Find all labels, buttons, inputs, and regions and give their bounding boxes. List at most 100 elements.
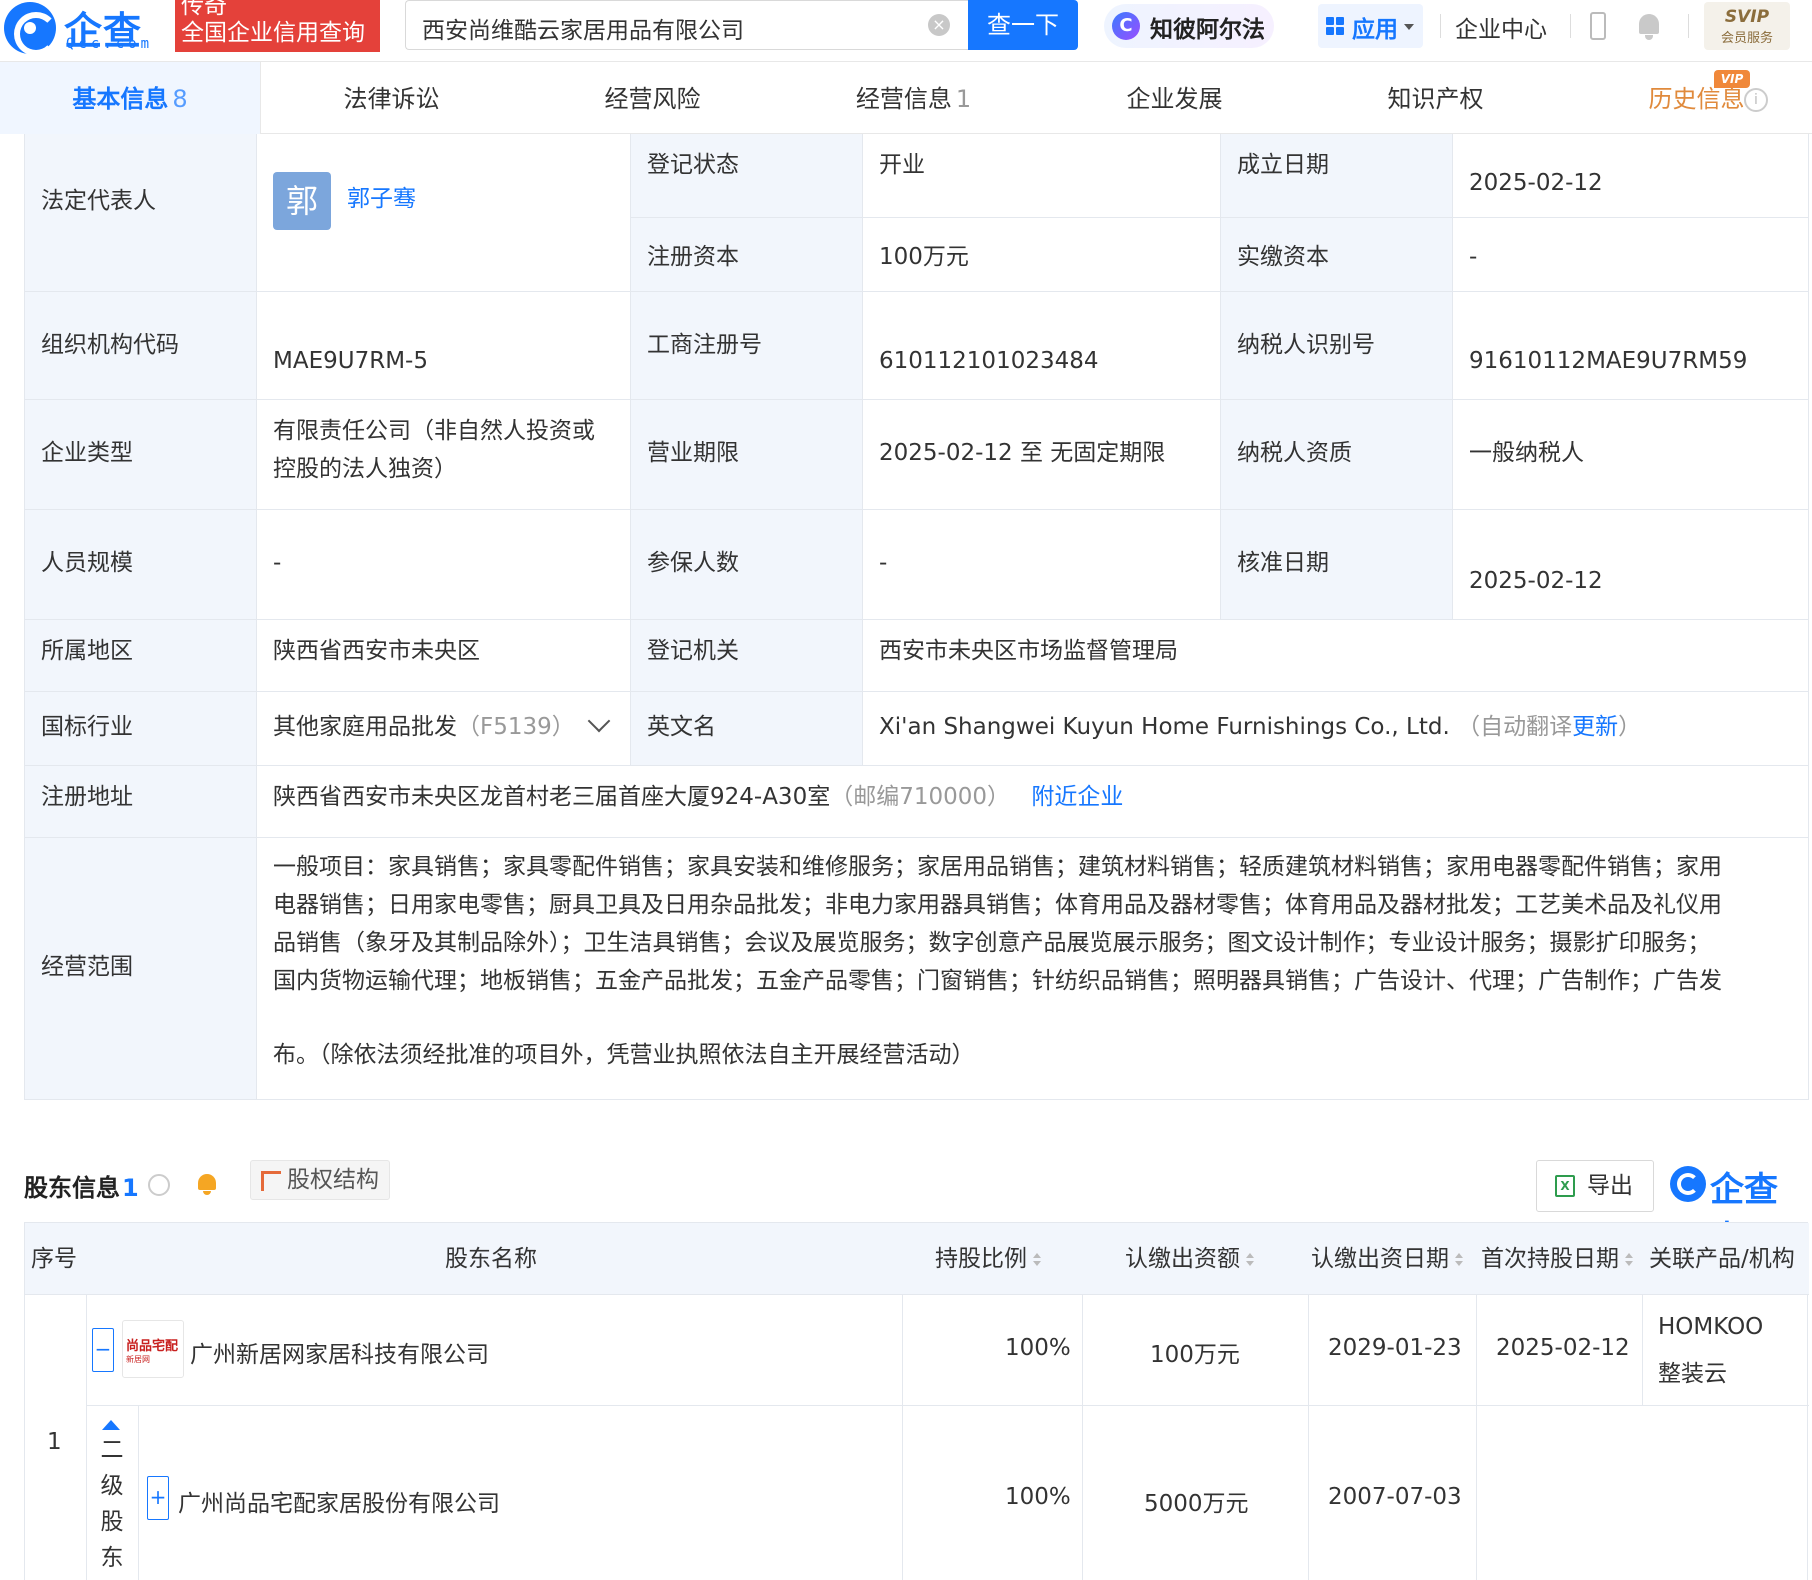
col-amount[interactable]: 认缴出资额 (1125, 1223, 1285, 1295)
divider (902, 1295, 903, 1580)
col-first-date[interactable]: 首次持股日期 (1481, 1223, 1651, 1295)
shareholder-name-link[interactable]: 广州新居网家居科技有限公司 (190, 1335, 489, 1369)
tab-development[interactable]: 企业发展 (1044, 62, 1305, 134)
equity-structure-label: 股权结构 (287, 1167, 379, 1193)
col-ratio-label: 持股比例 (935, 1246, 1027, 1272)
divider (1570, 14, 1571, 38)
company-logo-subtext: 新居网 (126, 1355, 150, 1364)
second-level-sub-date: 2007-07-03 (1328, 1484, 1462, 1510)
tab-label: 历史信息 (1648, 85, 1745, 113)
divider (1082, 1295, 1083, 1580)
reg-address-value: 陕西省西安市未央区龙首村老三届首座大厦924-A30室 (273, 784, 831, 810)
paid-capital-value: - (1453, 218, 1809, 292)
shareholder-sub-date: 2029-01-23 (1328, 1335, 1462, 1361)
biz-reg-no-value: 610112101023484 (863, 292, 1221, 400)
region-value: 陕西省西安市未央区 (257, 620, 631, 692)
legal-rep-name-link[interactable]: 郭子骞 (347, 180, 416, 218)
badge-line2: 全国企业信用查询 (181, 20, 365, 46)
chevron-down-icon[interactable] (587, 709, 611, 733)
shareholders-title-text: 股东信息 (24, 1174, 120, 1202)
ent-type-cell: 有限责任公司（非自然人投资或 控股的法人独资） (257, 400, 631, 510)
en-name-update-link[interactable]: 更新 (1572, 714, 1618, 740)
col-ratio[interactable]: 持股比例 (935, 1223, 1075, 1295)
apps-menu[interactable]: 应用 (1318, 4, 1423, 48)
reg-capital-label: 注册资本 (631, 218, 863, 292)
industry-cell[interactable]: 其他家庭用品批发（F5139） (257, 692, 631, 766)
shareholder-ratio: 100% (1005, 1335, 1071, 1361)
collapse-up-icon[interactable] (102, 1420, 120, 1430)
divider (1308, 1295, 1309, 1580)
reg-authority-label: 登记机关 (631, 620, 863, 692)
apps-grid-icon (1326, 17, 1344, 35)
scope-label: 经营范围 (25, 838, 257, 1100)
svip-membership-button[interactable]: SVIP 会员服务 (1704, 2, 1790, 50)
industry-code: （F5139） (457, 714, 575, 740)
info-icon[interactable]: i (1744, 88, 1768, 112)
tab-history[interactable]: 历史信息 (1566, 62, 1812, 134)
mobile-app-icon[interactable] (1590, 12, 1606, 40)
apps-label: 应用 (1352, 17, 1398, 43)
divider (86, 1405, 1809, 1406)
ent-type-label: 企业类型 (25, 400, 257, 510)
clear-search-icon[interactable]: × (928, 14, 950, 36)
reg-address-label: 注册地址 (25, 766, 257, 838)
paid-capital-label: 实缴资本 (1221, 218, 1453, 292)
collapse-toggle[interactable]: − (92, 1328, 114, 1372)
staff-size-value: - (257, 510, 631, 620)
reg-authority-value: 西安市未央区市场监督管理局 (863, 620, 1809, 692)
basic-info-table: 法定代表人 郭 郭子骞 登记状态 开业 成立日期 2025-02-12 注册资本… (24, 134, 1809, 1100)
expand-toggle[interactable]: + (147, 1476, 169, 1520)
search-button[interactable]: 查一下 (968, 0, 1078, 50)
monitor-bell-icon[interactable] (196, 1172, 218, 1196)
notification-bell-icon[interactable] (1636, 12, 1662, 40)
related-product-link[interactable]: HOMKOO (1658, 1314, 1763, 1340)
biz-term-value: 2025-02-12 至 无固定期限 (863, 400, 1221, 510)
shareholders-table: 序号 股东名称 持股比例 认缴出资额 认缴出资日期 首次持股日期 关联产品/机构… (24, 1222, 1809, 1580)
biz-reg-no-label: 工商注册号 (631, 292, 863, 400)
qcc-logo[interactable]: 企查查 Qcc.com (4, 2, 172, 108)
col-amount-label: 认缴出资额 (1125, 1246, 1240, 1272)
second-level-char: 东 (100, 1545, 124, 1571)
tab-legal[interactable]: 法律诉讼 (261, 62, 522, 134)
chevron-down-icon (1404, 24, 1414, 30)
tab-operations[interactable]: 经营信息 1 (783, 62, 1044, 134)
col-index: 序号 (31, 1246, 77, 1272)
tab-ip[interactable]: 知识产权 (1305, 62, 1566, 134)
ai-assistant-button[interactable]: C 知彼阿尔法 (1104, 4, 1274, 48)
logo-domain: Qcc.com (66, 36, 154, 52)
equity-structure-button[interactable]: 股权结构 (250, 1160, 390, 1200)
col-related: 关联产品/机构 (1649, 1246, 1795, 1272)
related-product-link[interactable]: 整装云 (1658, 1354, 1727, 1388)
sort-icon (1455, 1253, 1463, 1267)
tab-risk[interactable]: 经营风险 (522, 62, 783, 134)
shareholder-amount: 100万元 (1150, 1342, 1240, 1368)
shareholders-count: 1 (122, 1174, 139, 1202)
enterprise-center-link[interactable]: 企业中心 (1455, 10, 1547, 44)
industry-value: 其他家庭用品批发 (273, 714, 457, 740)
scope-line: 国内货物运输代理；地板销售；五金产品批发；五金产品零售；门窗销售；针纺织品销售；… (273, 968, 1722, 994)
search-input[interactable]: 西安尚维酷云家居用品有限公司 (405, 0, 975, 50)
badge-line1: 传奇 (181, 0, 227, 19)
nearby-companies-link[interactable]: 附近企业 (1031, 784, 1123, 810)
col-name: 股东名称 (445, 1246, 537, 1272)
legal-rep-avatar: 郭 (273, 172, 331, 230)
scope-line: 布。（除依法须经批准的项目外，凭营业执照依法自主开展经营活动） (273, 1042, 975, 1068)
divider (1688, 14, 1689, 38)
scope-line: 一般项目：家具销售；家具零配件销售；家具安装和维修服务；家居用品销售；建筑材料销… (273, 854, 1722, 880)
second-level-char: 二 (100, 1437, 124, 1463)
svip-sublabel: 会员服务 (1720, 31, 1773, 46)
legal-rep-cell: 郭 郭子骞 (257, 134, 631, 292)
taxpayer-id-value: 91610112MAE9U7RM59 (1453, 292, 1809, 400)
export-button[interactable]: X 导出 (1536, 1160, 1654, 1212)
second-level-name-link[interactable]: 广州尚品宅配家居股份有限公司 (178, 1484, 500, 1518)
ent-type-line1: 有限责任公司（非自然人投资或 (273, 418, 595, 444)
sort-icon (1033, 1253, 1041, 1267)
info-icon[interactable] (148, 1174, 170, 1196)
region-label: 所属地区 (25, 620, 257, 692)
tab-label: 经营风险 (604, 85, 701, 113)
col-sub-date[interactable]: 认缴出资日期 (1311, 1223, 1481, 1295)
legend-badge[interactable]: 传奇 全国企业信用查询 (175, 0, 380, 52)
tab-label: 法律诉讼 (343, 85, 440, 113)
tab-basic-info[interactable]: 基本信息 8 (0, 62, 261, 134)
sort-icon (1625, 1253, 1633, 1267)
